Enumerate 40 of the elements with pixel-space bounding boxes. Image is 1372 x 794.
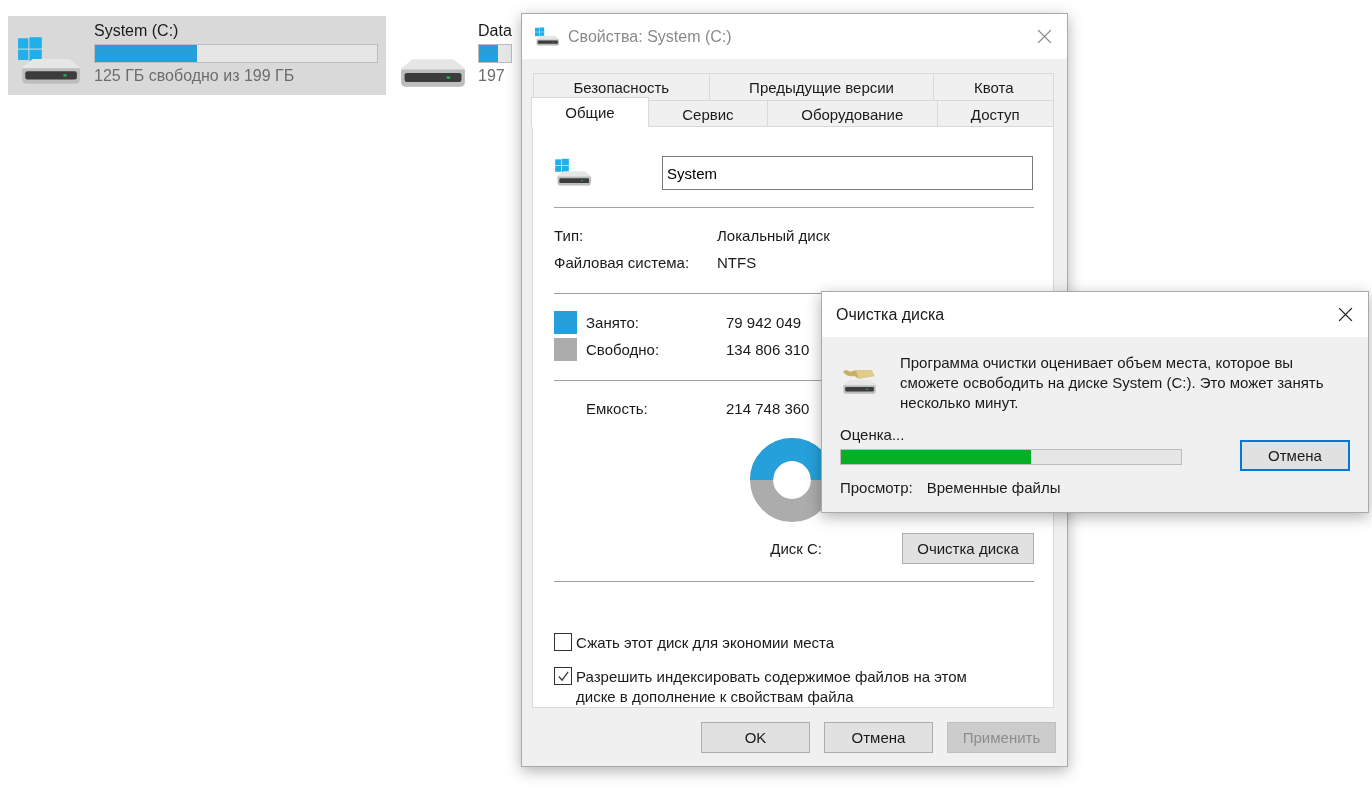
scan-label: Просмотр: [840,479,913,496]
scan-value: Временные файлы [926,479,1061,496]
cancel-button[interactable]: Отмена [1240,440,1350,471]
info-value: NTFS [717,254,757,272]
status-text: Оценка... [840,426,906,443]
checkbox[interactable] [554,667,572,685]
info-label: Файловая система: [554,254,691,272]
tab[interactable]: Безопасность [533,73,710,100]
capacity-label: Емкость: [586,399,649,417]
tab[interactable]: Общие [531,97,649,127]
dialog-title: Очистка диска [836,305,946,324]
drive-tile[interactable]: Data 197 [392,16,520,95]
drive-name: Data [478,22,512,40]
usage-label: Занято: [586,313,641,331]
hard-drive-icon [400,58,466,88]
disk-cleanup-button[interactable]: Очистка диска [902,533,1034,564]
tab[interactable]: Доступ [936,100,1054,127]
tab[interactable]: Квота [933,73,1054,100]
window-title: Свойства: System (C:) [568,27,733,46]
windows-drive-icon [534,26,560,47]
usage-value: 134 806 310 [726,340,811,358]
drive-tile[interactable]: System (C:) 125 ГБ свободно из 199 ГБ [8,16,386,95]
dialog-button[interactable]: Отмена [824,722,933,753]
dialog-button[interactable]: OK [701,722,810,753]
close-icon [1035,28,1053,45]
name-field[interactable]: System [662,156,1033,190]
drive-name: System (C:) [94,22,180,40]
drive-info: 125 ГБ свободно из 199 ГБ [94,67,296,85]
drive-info: 197 [478,67,505,85]
checkbox-label: Сжать этот диск для экономии места [576,633,836,653]
close-icon [1336,306,1354,323]
checkbox-label: Разрешить индексировать содержимое файлов на этом диске в дополнение к свойствам файла [576,667,968,707]
checkbox[interactable] [554,633,572,651]
disk-label: Диск C: [770,540,822,557]
capacity-value: 214 748 360 [726,399,811,417]
usage-label: Свободно: [586,340,661,358]
message-text: Программа очистки оценивает объем места, которое вы сможете освободить на диске System (C:). Это может занять несколько минут. [900,353,1325,413]
checkmark-icon [556,669,570,683]
info-label: Тип: [554,227,585,245]
info-value: Локальный диск [717,227,830,245]
